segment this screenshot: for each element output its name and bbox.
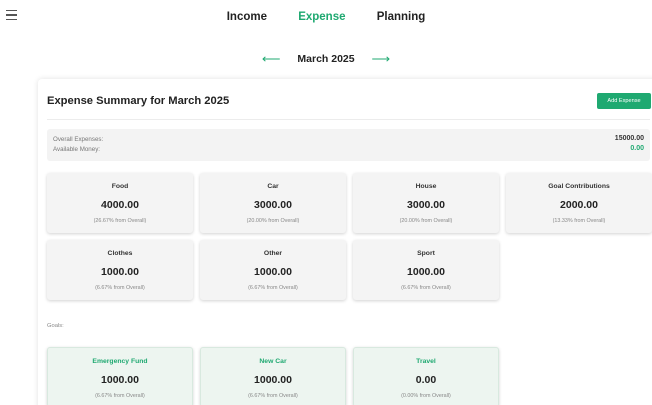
category-amount: 3000.00 bbox=[254, 199, 292, 211]
goals-section-label: Goals: bbox=[47, 323, 64, 329]
goal-amount: 0.00 bbox=[415, 374, 437, 386]
category-amount: 2000.00 bbox=[560, 199, 598, 211]
category-percent: (13.33% from Overall) bbox=[552, 218, 606, 224]
category-name: Goal Contributions bbox=[548, 183, 610, 190]
category-name: Other bbox=[263, 250, 283, 257]
goal-amount: 1000.00 bbox=[254, 374, 292, 386]
goal-card-travel[interactable]: Travel 0.00 (0.00% from Overall) bbox=[353, 347, 499, 405]
category-percent: (20.00% from Overall) bbox=[399, 218, 453, 224]
overall-expenses-label: Overall Expenses: bbox=[53, 136, 104, 143]
expense-summary-panel: Expense Summary for March 2025 Add Expen… bbox=[38, 79, 652, 405]
available-money-value: 0.00 bbox=[630, 145, 644, 152]
category-card-sport[interactable]: Sport 1000.00 (6.67% from Overall) bbox=[353, 240, 499, 300]
category-name: Car bbox=[267, 183, 279, 190]
category-name: Food bbox=[111, 183, 129, 190]
month-label: March 2025 bbox=[297, 53, 355, 65]
next-month-arrow-icon[interactable]: ⟶ bbox=[372, 51, 391, 66]
goal-percent: (6.67% from Overall) bbox=[248, 393, 298, 399]
goal-name: Emergency Fund bbox=[92, 358, 148, 365]
goal-card-new-car[interactable]: New Car 1000.00 (6.67% from Overall) bbox=[200, 347, 346, 405]
category-card-clothes[interactable]: Clothes 1000.00 (6.67% from Overall) bbox=[47, 240, 193, 300]
category-amount: 1000.00 bbox=[101, 266, 139, 278]
category-percent: (6.67% from Overall) bbox=[401, 285, 451, 291]
goal-amount: 1000.00 bbox=[101, 374, 139, 386]
category-name: House bbox=[415, 183, 437, 190]
category-percent: (6.67% from Overall) bbox=[95, 285, 145, 291]
category-card-goal-contributions[interactable]: Goal Contributions 2000.00 (13.33% from … bbox=[506, 173, 652, 233]
category-amount: 1000.00 bbox=[407, 266, 445, 278]
nav-income[interactable]: Income bbox=[227, 11, 267, 23]
available-money-label: Available Money: bbox=[53, 146, 101, 153]
category-card-food[interactable]: Food 4000.00 (26.67% from Overall) bbox=[47, 173, 193, 233]
category-percent: (6.67% from Overall) bbox=[248, 285, 298, 291]
category-card-car[interactable]: Car 3000.00 (20.00% from Overall) bbox=[200, 173, 346, 233]
top-nav: Income Expense Planning bbox=[0, 11, 652, 23]
category-name: Sport bbox=[417, 250, 435, 257]
goal-name: Travel bbox=[416, 358, 436, 365]
nav-expense[interactable]: Expense bbox=[298, 11, 345, 23]
category-percent: (20.00% from Overall) bbox=[246, 218, 300, 224]
panel-title: Expense Summary for March 2025 bbox=[47, 95, 230, 107]
goal-card-emergency-fund[interactable]: Emergency Fund 1000.00 (6.67% from Overa… bbox=[47, 347, 193, 405]
overall-summary-box: Overall Expenses: 15000.00 Available Mon… bbox=[47, 129, 650, 161]
divider bbox=[47, 119, 650, 120]
category-amount: 4000.00 bbox=[101, 199, 139, 211]
category-amount: 3000.00 bbox=[407, 199, 445, 211]
month-navigator: ⟵ March 2025 ⟶ bbox=[0, 51, 652, 67]
overall-expenses-value: 15000.00 bbox=[614, 135, 644, 142]
nav-planning[interactable]: Planning bbox=[377, 11, 426, 23]
category-name: Clothes bbox=[107, 250, 133, 257]
goal-percent: (6.67% from Overall) bbox=[95, 393, 145, 399]
goal-name: New Car bbox=[259, 358, 287, 365]
page: Income Expense Planning ⟵ March 2025 ⟶ E… bbox=[0, 0, 652, 405]
category-amount: 1000.00 bbox=[254, 266, 292, 278]
goal-percent: (0.00% from Overall) bbox=[401, 393, 451, 399]
prev-month-arrow-icon[interactable]: ⟵ bbox=[262, 51, 281, 66]
add-expense-button[interactable]: Add Expense bbox=[597, 93, 651, 109]
category-card-other[interactable]: Other 1000.00 (6.67% from Overall) bbox=[200, 240, 346, 300]
category-card-house[interactable]: House 3000.00 (20.00% from Overall) bbox=[353, 173, 499, 233]
category-percent: (26.67% from Overall) bbox=[93, 218, 147, 224]
